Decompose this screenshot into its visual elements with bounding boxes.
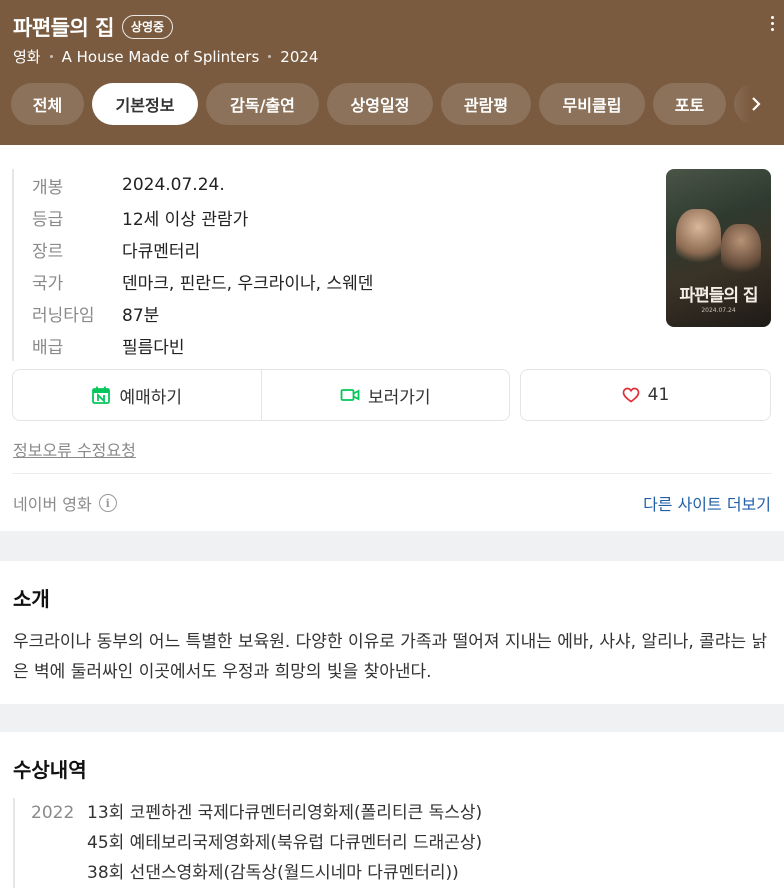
divider (12, 473, 772, 474)
poster-figure (676, 209, 721, 269)
intro-text: 우크라이나 동부의 어느 특별한 보육원. 다양한 이유로 가족과 떨어져 지내… (13, 632, 768, 682)
category-label: 영화 (13, 48, 41, 66)
info-label: 등급 (32, 209, 64, 230)
title-row: 파편들의 집 상영중 (13, 12, 174, 42)
tab-director-cast[interactable]: 감독/출연 (206, 83, 319, 125)
tab-bar: 전체 기본정보 감독/출연 상영일정 관람평 무비클립 포토 (11, 83, 784, 125)
movie-subtitle: 영화 A House Made of Splinters 2024 (13, 46, 318, 67)
award-item: 13회 코펜하겐 국제다큐멘터리영화제(폴리티큰 독스상) (87, 803, 483, 823)
info-row-genre: 장르 다큐멘터리 (32, 233, 373, 265)
info-label: 러닝타임 (32, 305, 95, 326)
reserve-label: 예매하기 (119, 387, 183, 408)
other-sites-link[interactable]: 다른 사이트 더보기 (643, 491, 771, 515)
source-text: 네이버 영화 (13, 495, 92, 514)
info-row-runtime: 러닝타임 87분 (32, 297, 373, 329)
watch-label: 보러가기 (367, 387, 431, 408)
info-row-rating: 등급 12세 이상 관람가 (32, 201, 373, 233)
info-label: 배급 (32, 337, 64, 358)
awards-list: 2022 13회 코펜하겐 국제다큐멘터리영화제(폴리티큰 독스상) 45회 예… (13, 798, 482, 888)
info-value: 2024.07.24. (122, 175, 225, 195)
tab-photos[interactable]: 포토 (653, 83, 726, 125)
poster-date: 2024.07.24 (701, 307, 736, 314)
info-row-country: 국가 덴마크, 핀란드, 우크라이나, 스웨덴 (32, 265, 373, 297)
action-button-group: 예매하기 보러가기 (12, 369, 510, 421)
report-error-link[interactable]: 정보오류 수정요청 (13, 437, 136, 461)
status-badge: 상영중 (121, 15, 174, 39)
info-label: 국가 (32, 273, 64, 294)
basic-info-card: 개봉 2024.07.24. 등급 12세 이상 관람가 장르 다큐멘터리 국가… (0, 145, 784, 531)
info-value: 필름다빈 (122, 337, 185, 358)
more-menu-icon[interactable] (771, 16, 774, 31)
video-camera-icon (340, 386, 360, 404)
info-row-release: 개봉 2024.07.24. (32, 169, 373, 201)
movie-header: 파편들의 집 상영중 영화 A House Made of Splinters … (0, 0, 784, 145)
info-list: 개봉 2024.07.24. 등급 12세 이상 관람가 장르 다큐멘터리 국가… (12, 169, 373, 361)
award-year: 2022 (31, 803, 75, 823)
calendar-icon (91, 385, 111, 405)
awards-card: 수상내역 2022 13회 코펜하겐 국제다큐멘터리영화제(폴리티큰 독스상) … (0, 732, 784, 892)
reserve-button[interactable]: 예매하기 (13, 370, 261, 420)
separator-dot (49, 55, 53, 58)
award-item: 38회 선댄스영화제(감독상(월드시네마 다큐멘터리)) (87, 863, 459, 883)
info-label: 장르 (32, 241, 64, 262)
heart-icon (622, 387, 640, 403)
movie-poster[interactable]: 파편들의 집 2024.07.24 (666, 169, 771, 327)
award-items: 13회 코펜하겐 국제다큐멘터리영화제(폴리티큰 독스상) 45회 예테보리국제… (87, 798, 482, 888)
info-value: 덴마크, 핀란드, 우크라이나, 스웨덴 (122, 273, 374, 294)
poster-title: 파편들의 집 (679, 286, 758, 306)
tabs-next-button[interactable] (728, 83, 784, 125)
tab-reviews[interactable]: 관람평 (441, 83, 531, 125)
separator-dot (268, 55, 272, 58)
like-count: 41 (647, 385, 670, 405)
awards-heading: 수상내역 (13, 758, 87, 782)
info-icon[interactable]: i (98, 494, 117, 512)
award-item: 45회 예테보리국제영화제(북유럽 다큐멘터리 드래곤상) (87, 833, 483, 853)
intro-card: 소개 우크라이나 동부의 어느 특별한 보육원. 다양한 이유로 가족과 떨어져… (0, 561, 784, 704)
tab-basic-info[interactable]: 기본정보 (92, 83, 198, 125)
info-row-distributor: 배급 필름다빈 (32, 329, 373, 361)
english-title: A House Made of Splinters (61, 47, 260, 66)
intro-heading: 소개 (13, 587, 50, 611)
poster-figure (721, 224, 761, 279)
watch-button[interactable]: 보러가기 (260, 370, 510, 420)
info-value: 12세 이상 관람가 (122, 209, 249, 230)
tab-showtimes[interactable]: 상영일정 (327, 83, 433, 125)
info-label: 개봉 (32, 177, 64, 198)
tab-all[interactable]: 전체 (11, 83, 84, 125)
release-year: 2024 (280, 47, 319, 66)
source-label: 네이버 영화 i (13, 491, 117, 515)
movie-title: 파편들의 집 (13, 16, 114, 40)
tab-movie-clips[interactable]: 무비클립 (539, 83, 645, 125)
info-value: 다큐멘터리 (122, 241, 201, 262)
info-value: 87분 (122, 305, 160, 326)
like-button[interactable]: 41 (520, 369, 771, 421)
chevron-right-icon (752, 97, 761, 111)
